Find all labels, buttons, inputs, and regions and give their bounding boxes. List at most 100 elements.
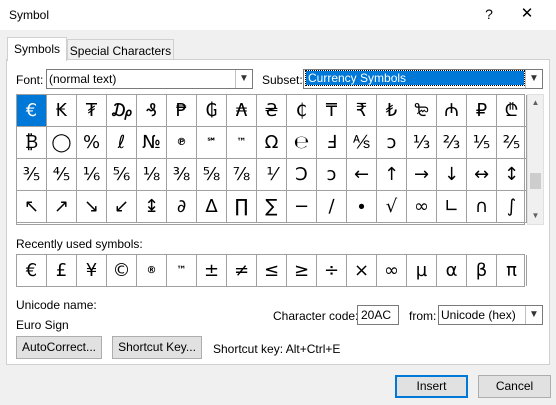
- recent-symbol-cell[interactable]: ≠: [227, 255, 257, 286]
- symbol-cell[interactable]: ₵: [287, 95, 317, 127]
- chevron-down-icon[interactable]: ▼: [525, 306, 542, 324]
- from-select[interactable]: Unicode (hex) ▼: [438, 305, 543, 325]
- symbol-cell[interactable]: ⅖: [497, 127, 527, 159]
- symbol-cell[interactable]: ↔: [467, 159, 497, 191]
- symbol-cell[interactable]: ⅍: [347, 127, 377, 159]
- symbol-cell[interactable]: ⅗: [17, 159, 47, 191]
- recent-symbol-cell[interactable]: ∞: [377, 255, 407, 286]
- symbol-cell[interactable]: ∏: [227, 191, 257, 223]
- symbol-cell[interactable]: ₰: [137, 95, 167, 127]
- symbol-cell[interactable]: ℮: [287, 127, 317, 159]
- symbol-cell[interactable]: ↗: [47, 191, 77, 223]
- recent-symbol-cell[interactable]: ≥: [287, 255, 317, 286]
- symbol-cell[interactable]: ⅓: [407, 127, 437, 159]
- recent-symbol-cell[interactable]: π: [497, 255, 527, 286]
- symbol-cell[interactable]: √: [377, 191, 407, 223]
- recent-symbol-cell[interactable]: ×: [347, 255, 377, 286]
- symbol-cell[interactable]: ↖: [17, 191, 47, 223]
- symbol-cell[interactable]: ↑: [377, 159, 407, 191]
- recent-symbol-cell[interactable]: £: [47, 255, 77, 286]
- symbol-cell[interactable]: ∂: [167, 191, 197, 223]
- symbol-cell[interactable]: ⅘: [47, 159, 77, 191]
- close-icon[interactable]: ✕: [517, 4, 537, 24]
- symbol-cell[interactable]: ↓: [437, 159, 467, 191]
- recent-symbol-cell[interactable]: α: [437, 255, 467, 286]
- recent-symbol-cell[interactable]: ®: [137, 255, 167, 286]
- symbol-cell[interactable]: ℗: [167, 127, 197, 159]
- recent-symbol-cell[interactable]: ©: [107, 255, 137, 286]
- symbol-cell[interactable]: ↘: [77, 191, 107, 223]
- symbol-cell[interactable]: ₭: [47, 95, 77, 127]
- symbol-cell[interactable]: ∙: [347, 191, 377, 223]
- symbol-cell[interactable]: ₻: [407, 95, 437, 127]
- symbol-cell[interactable]: ₲: [197, 95, 227, 127]
- symbol-cell[interactable]: ⅙: [77, 159, 107, 191]
- insert-button[interactable]: Insert: [395, 375, 468, 398]
- symbol-cell[interactable]: ⅚: [107, 159, 137, 191]
- symbol-cell[interactable]: ∑: [257, 191, 287, 223]
- symbol-cell[interactable]: №: [137, 127, 167, 159]
- character-code-input[interactable]: 20AC: [357, 305, 399, 325]
- recent-symbol-cell[interactable]: µ: [407, 255, 437, 286]
- symbol-cell[interactable]: ∕: [317, 191, 347, 223]
- subset-select[interactable]: Currency Symbols ▼: [303, 69, 543, 89]
- symbol-cell[interactable]: Ⅎ: [317, 127, 347, 159]
- shortcut-key-button[interactable]: Shortcut Key...: [112, 336, 202, 359]
- symbol-cell[interactable]: ₿: [17, 127, 47, 159]
- autocorrect-button[interactable]: AutoCorrect...: [16, 336, 102, 359]
- symbol-cell[interactable]: Ω: [257, 127, 287, 159]
- symbol-cell[interactable]: ↨: [137, 191, 167, 223]
- symbol-cell[interactable]: Ↄ: [287, 159, 317, 191]
- symbol-cell[interactable]: →: [407, 159, 437, 191]
- symbol-cell[interactable]: ∆: [197, 191, 227, 223]
- symbol-cell[interactable]: ₾: [497, 95, 527, 127]
- recent-symbol-cell[interactable]: €: [17, 255, 47, 286]
- symbol-cell[interactable]: ⅜: [167, 159, 197, 191]
- symbol-cell[interactable]: ◯: [47, 127, 77, 159]
- cancel-button[interactable]: Cancel: [478, 375, 551, 398]
- symbol-cell[interactable]: ←: [347, 159, 377, 191]
- symbol-cell[interactable]: ™: [227, 127, 257, 159]
- chevron-down-icon[interactable]: ▼: [525, 70, 542, 88]
- recent-symbol-cell[interactable]: ÷: [317, 255, 347, 286]
- font-select[interactable]: (normal text) ▼: [46, 69, 253, 89]
- tab-special-characters[interactable]: Special Characters: [67, 39, 174, 61]
- symbol-cell[interactable]: ∫: [497, 191, 527, 223]
- symbol-cell[interactable]: ↙: [107, 191, 137, 223]
- symbol-cell[interactable]: ℠: [197, 127, 227, 159]
- symbol-cell[interactable]: ₹: [347, 95, 377, 127]
- symbol-cell[interactable]: ₽: [467, 95, 497, 127]
- scroll-down-icon[interactable]: ▼: [528, 208, 543, 224]
- symbol-cell[interactable]: %: [77, 127, 107, 159]
- symbol-cell[interactable]: ↕: [497, 159, 527, 191]
- symbol-cell[interactable]: ⅛: [137, 159, 167, 191]
- symbol-cell[interactable]: ₳: [227, 95, 257, 127]
- symbol-cell[interactable]: ⅔: [437, 127, 467, 159]
- recent-symbol-cell[interactable]: β: [467, 255, 497, 286]
- scroll-up-icon[interactable]: ▲: [528, 95, 543, 111]
- symbol-cell[interactable]: ↄ: [317, 159, 347, 191]
- symbol-cell[interactable]: ℓ: [107, 127, 137, 159]
- recent-symbol-cell[interactable]: ¥: [77, 255, 107, 286]
- symbol-cell[interactable]: ⅟: [257, 159, 287, 191]
- scroll-thumb[interactable]: [530, 173, 541, 189]
- symbol-cell[interactable]: €: [17, 95, 47, 127]
- symbol-cell[interactable]: ⅞: [227, 159, 257, 191]
- help-icon[interactable]: ?: [480, 4, 498, 24]
- symbol-cell[interactable]: ⅕: [467, 127, 497, 159]
- symbol-cell[interactable]: ₱: [167, 95, 197, 127]
- symbol-cell[interactable]: ₺: [377, 95, 407, 127]
- symbol-cell[interactable]: −: [287, 191, 317, 223]
- symbol-cell[interactable]: ₴: [257, 95, 287, 127]
- symbol-grid-scrollbar[interactable]: ▲ ▼: [527, 94, 544, 225]
- symbol-cell[interactable]: ₼: [437, 95, 467, 127]
- symbol-cell[interactable]: ∟: [437, 191, 467, 223]
- symbol-cell[interactable]: ⅝: [197, 159, 227, 191]
- recent-symbol-cell[interactable]: ±: [197, 255, 227, 286]
- symbol-cell[interactable]: ₸: [317, 95, 347, 127]
- tab-symbols[interactable]: Symbols: [7, 37, 67, 61]
- recent-symbol-cell[interactable]: ≤: [257, 255, 287, 286]
- symbol-cell[interactable]: ₮: [77, 95, 107, 127]
- symbol-cell[interactable]: ₯: [107, 95, 137, 127]
- recent-symbol-cell[interactable]: ™: [167, 255, 197, 286]
